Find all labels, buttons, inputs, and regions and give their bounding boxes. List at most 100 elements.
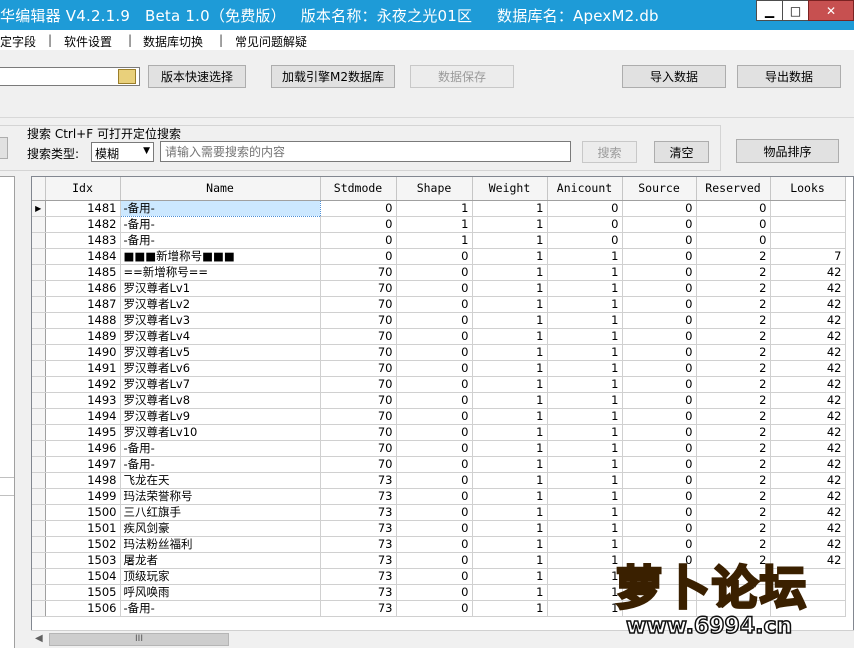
cell-stdmode[interactable]: 73 — [320, 552, 397, 569]
cell-weight[interactable]: 1 — [472, 360, 548, 377]
cell-looks[interactable]: 42 — [770, 392, 846, 409]
column-header-shape[interactable]: Shape — [396, 177, 473, 201]
cell-shape[interactable]: 0 — [396, 408, 473, 425]
cell-anicount[interactable]: 1 — [547, 376, 623, 393]
search-input[interactable] — [160, 141, 571, 162]
cell-looks[interactable]: 42 — [770, 360, 846, 377]
cell-anicount[interactable]: 1 — [547, 520, 623, 537]
cell-name[interactable]: ==新增称号== — [120, 264, 321, 281]
cell-stdmode[interactable]: 0 — [320, 216, 397, 233]
cell-name[interactable]: 罗汉尊者Lv3 — [120, 312, 321, 329]
cell-shape[interactable]: 0 — [396, 392, 473, 409]
row-header[interactable] — [32, 440, 46, 457]
cell-looks[interactable]: 42 — [770, 296, 846, 313]
cell-idx[interactable]: 1501 — [45, 520, 121, 537]
cell-reserved[interactable]: 2 — [696, 408, 771, 425]
table-row[interactable]: 1484 ■■■新增称号■■■ 0 0 1 1 0 2 7 — [32, 248, 846, 265]
cell-anicount[interactable]: 1 — [547, 600, 623, 617]
cell-weight[interactable]: 1 — [472, 232, 548, 249]
row-header[interactable] — [32, 568, 46, 585]
cell-reserved[interactable]: 2 — [696, 488, 771, 505]
cell-anicount[interactable]: 1 — [547, 488, 623, 505]
table-row[interactable]: ▶ 1481 -备用- 0 1 1 0 0 0 — [32, 199, 846, 217]
cell-stdmode[interactable]: 73 — [320, 536, 397, 553]
cell-shape[interactable]: 0 — [396, 584, 473, 601]
scrollbar-thumb[interactable]: III — [49, 633, 229, 646]
cell-weight[interactable]: 1 — [472, 248, 548, 265]
menu-item-fields[interactable]: 定字段 — [0, 33, 36, 50]
column-header-source[interactable]: Source — [622, 177, 697, 201]
cell-anicount[interactable]: 1 — [547, 328, 623, 345]
cell-name[interactable]: 三八红旗手 — [120, 504, 321, 521]
cell-name[interactable]: 罗汉尊者Lv2 — [120, 296, 321, 313]
export-data-button[interactable]: 导出数据 — [737, 65, 841, 88]
cell-name[interactable]: 罗汉尊者Lv1 — [120, 280, 321, 297]
cell-weight[interactable]: 1 — [472, 488, 548, 505]
cell-idx[interactable]: 1503 — [45, 552, 121, 569]
cell-idx[interactable]: 1492 — [45, 376, 121, 393]
row-header[interactable] — [32, 472, 46, 489]
row-header[interactable]: ▶ — [32, 200, 46, 217]
cell-anicount[interactable]: 1 — [547, 344, 623, 361]
menu-item-settings[interactable]: 软件设置 — [64, 33, 112, 50]
cell-source[interactable]: 0 — [622, 216, 697, 233]
table-row[interactable]: 1497 -备用- 70 0 1 1 0 2 42 — [32, 456, 846, 473]
cell-name[interactable]: 罗汉尊者Lv8 — [120, 392, 321, 409]
row-header[interactable] — [32, 360, 46, 377]
row-header[interactable] — [32, 456, 46, 473]
cell-anicount[interactable]: 0 — [547, 200, 623, 217]
cell-looks[interactable]: 42 — [770, 520, 846, 537]
cell-looks[interactable]: 42 — [770, 504, 846, 521]
cell-anicount[interactable]: 1 — [547, 312, 623, 329]
cell-stdmode[interactable]: 73 — [320, 488, 397, 505]
cell-shape[interactable]: 0 — [396, 488, 473, 505]
cell-stdmode[interactable]: 70 — [320, 408, 397, 425]
cell-anicount[interactable]: 1 — [547, 504, 623, 521]
cell-looks[interactable]: 42 — [770, 440, 846, 457]
cell-shape[interactable]: 0 — [396, 264, 473, 281]
cell-idx[interactable]: 1496 — [45, 440, 121, 457]
search-type-select[interactable]: 模糊 ▼ — [91, 142, 154, 162]
cell-shape[interactable]: 0 — [396, 504, 473, 521]
cell-name[interactable]: 顶级玩家 — [120, 568, 321, 585]
cell-looks[interactable]: 42 — [770, 376, 846, 393]
cell-stdmode[interactable]: 70 — [320, 392, 397, 409]
cell-weight[interactable]: 1 — [472, 296, 548, 313]
cell-anicount[interactable]: 1 — [547, 392, 623, 409]
cell-stdmode[interactable]: 73 — [320, 520, 397, 537]
table-row[interactable]: 1495 罗汉尊者Lv10 70 0 1 1 0 2 42 — [32, 424, 846, 441]
cell-shape[interactable]: 0 — [396, 376, 473, 393]
cell-source[interactable]: 0 — [622, 408, 697, 425]
cell-idx[interactable]: 1483 — [45, 232, 121, 249]
table-row[interactable]: 1483 -备用- 0 1 1 0 0 0 — [32, 232, 846, 249]
cell-reserved[interactable]: 2 — [696, 456, 771, 473]
cell-weight[interactable]: 1 — [472, 408, 548, 425]
maximize-button[interactable]: □ — [782, 0, 809, 21]
close-button[interactable]: ✕ — [808, 0, 854, 21]
cell-reserved[interactable]: 2 — [696, 328, 771, 345]
scroll-left-icon[interactable]: ◀ — [35, 633, 43, 644]
cell-looks[interactable]: 42 — [770, 328, 846, 345]
table-row[interactable]: 1496 -备用- 70 0 1 1 0 2 42 — [32, 440, 846, 457]
cell-shape[interactable]: 0 — [396, 472, 473, 489]
menu-item-db-switch[interactable]: 数据库切换 — [143, 33, 203, 50]
cell-name[interactable]: 飞龙在天 — [120, 472, 321, 489]
cell-name[interactable]: 呼风唤雨 — [120, 584, 321, 601]
cell-idx[interactable]: 1493 — [45, 392, 121, 409]
cell-idx[interactable]: 1488 — [45, 312, 121, 329]
cell-looks[interactable]: 42 — [770, 312, 846, 329]
cell-stdmode[interactable]: 70 — [320, 360, 397, 377]
cell-looks[interactable] — [770, 216, 846, 233]
cell-shape[interactable]: 0 — [396, 536, 473, 553]
cell-source[interactable]: 0 — [622, 504, 697, 521]
cell-weight[interactable]: 1 — [472, 200, 548, 217]
cell-weight[interactable]: 1 — [472, 424, 548, 441]
cell-name[interactable]: -备用- — [120, 440, 321, 457]
cell-anicount[interactable]: 1 — [547, 280, 623, 297]
cell-weight[interactable]: 1 — [472, 456, 548, 473]
cell-name[interactable]: 罗汉尊者Lv6 — [120, 360, 321, 377]
row-header[interactable] — [32, 504, 46, 521]
menu-item-faq[interactable]: 常见问题解疑 — [235, 33, 307, 50]
cell-source[interactable]: 0 — [622, 248, 697, 265]
row-header[interactable] — [32, 344, 46, 361]
